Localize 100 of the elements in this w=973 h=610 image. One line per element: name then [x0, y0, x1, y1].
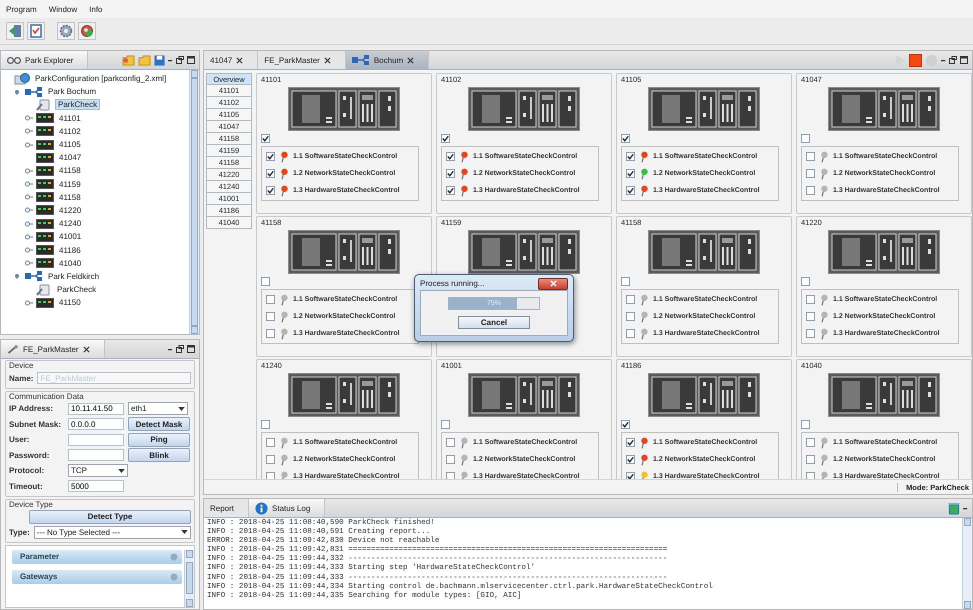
- scrollbar[interactable]: [189, 70, 199, 334]
- checkbox[interactable]: [621, 134, 630, 143]
- checkbox[interactable]: [446, 186, 455, 195]
- checkbox[interactable]: [626, 152, 635, 161]
- checkbox[interactable]: [626, 438, 635, 447]
- menu-item[interactable]: Info: [89, 4, 102, 14]
- tree-item[interactable]: 41158: [57, 192, 83, 202]
- checkbox[interactable]: [801, 277, 810, 286]
- tree-item[interactable]: ParkConfiguration [parkconfig_2.xml]: [33, 74, 168, 84]
- section-header[interactable]: Parameter: [12, 550, 182, 564]
- stop-icon[interactable]: [909, 54, 922, 66]
- tree-item[interactable]: ParkCheck: [55, 285, 98, 294]
- tree-item[interactable]: 41220: [57, 206, 84, 215]
- tree-item[interactable]: 41101: [57, 114, 83, 123]
- close-button[interactable]: [538, 278, 568, 290]
- checkbox[interactable]: [621, 277, 630, 286]
- text-field[interactable]: 10.11.41.50: [68, 402, 124, 415]
- checkbox[interactable]: [446, 472, 455, 479]
- save-icon[interactable]: [154, 54, 165, 66]
- cancel-button[interactable]: Cancel: [458, 316, 530, 329]
- folder-icon[interactable]: [122, 54, 135, 66]
- tree-item[interactable]: 41001: [57, 232, 84, 242]
- maximize-icon[interactable]: [187, 56, 195, 64]
- expander-icon[interactable]: [14, 273, 22, 280]
- tree-item[interactable]: 41047: [57, 153, 84, 162]
- checkbox[interactable]: [446, 169, 455, 178]
- settings-button[interactable]: [57, 22, 75, 40]
- tree-item[interactable]: 41159: [57, 180, 83, 189]
- expander-icon[interactable]: [25, 207, 33, 214]
- checkbox[interactable]: [446, 455, 455, 464]
- text-field[interactable]: [68, 449, 124, 462]
- expander-icon[interactable]: [25, 115, 33, 122]
- text-field[interactable]: [68, 434, 124, 446]
- expander-icon[interactable]: [25, 220, 33, 227]
- checkbox[interactable]: [626, 312, 635, 321]
- checkbox[interactable]: [261, 134, 270, 143]
- checkbox[interactable]: [806, 312, 815, 321]
- checkbox[interactable]: [801, 420, 810, 429]
- checkbox[interactable]: [806, 472, 815, 479]
- exit-button[interactable]: [6, 22, 24, 40]
- editor-tab[interactable]: Bochum: [346, 51, 430, 69]
- panel-tab[interactable]: FE_ParkMaster: [1, 340, 105, 358]
- detect-type-button[interactable]: Detect Type: [29, 510, 191, 524]
- editor-tab[interactable]: FE_ParkMaster: [258, 51, 346, 69]
- restore-icon[interactable]: [176, 345, 184, 353]
- checkbox[interactable]: [266, 152, 275, 161]
- tree-item[interactable]: 41186: [57, 246, 83, 255]
- expander-icon[interactable]: [25, 194, 33, 200]
- scrollbar[interactable]: [184, 550, 194, 607]
- tree-item[interactable]: 41240: [57, 219, 84, 228]
- text-field[interactable]: 5000: [68, 480, 124, 492]
- checkbox[interactable]: [266, 186, 275, 195]
- scrollbar[interactable]: [962, 518, 972, 609]
- checkbox[interactable]: [806, 152, 815, 161]
- type-dropdown[interactable]: --- No Type Selected ---: [34, 526, 191, 539]
- checkbox[interactable]: [621, 420, 630, 429]
- maximize-icon[interactable]: [960, 56, 968, 64]
- dropdown[interactable]: eth1: [128, 402, 188, 416]
- checkbox[interactable]: [626, 455, 635, 464]
- action-button[interactable]: Detect Mask: [128, 417, 190, 432]
- action-button[interactable]: Ping: [128, 432, 190, 447]
- checkbox[interactable]: [266, 169, 275, 178]
- expander-icon[interactable]: [25, 260, 33, 266]
- expander-icon[interactable]: [25, 142, 33, 148]
- dropdown[interactable]: TCP: [68, 464, 128, 478]
- checkbox[interactable]: [626, 472, 635, 479]
- checkbox[interactable]: [806, 329, 815, 338]
- checkbox[interactable]: [446, 438, 455, 447]
- maximize-icon[interactable]: [187, 345, 195, 353]
- checkbox[interactable]: [806, 295, 815, 304]
- editor-tab[interactable]: 41047: [204, 51, 258, 69]
- checkbox[interactable]: [266, 472, 275, 479]
- tree-item[interactable]: 41105: [57, 140, 83, 150]
- tree-item[interactable]: Park Bochum: [46, 87, 98, 96]
- expander-icon[interactable]: [25, 128, 33, 134]
- network-settings-button[interactable]: [78, 22, 96, 40]
- expander-icon[interactable]: [25, 234, 33, 240]
- action-button[interactable]: Blink: [128, 448, 190, 462]
- checkbox[interactable]: [626, 329, 635, 338]
- checkbox[interactable]: [626, 186, 635, 195]
- expander-icon[interactable]: [14, 88, 22, 95]
- folder-icon[interactable]: [138, 54, 151, 66]
- close-icon[interactable]: [82, 346, 90, 352]
- report-button[interactable]: [27, 22, 45, 40]
- tree-item[interactable]: 41102: [57, 126, 83, 136]
- checkbox[interactable]: [801, 134, 810, 143]
- expander-icon[interactable]: [25, 168, 33, 174]
- checkbox[interactable]: [261, 420, 270, 429]
- expander-icon[interactable]: [25, 247, 33, 254]
- tree-item[interactable]: Park Feldkirch: [46, 272, 102, 281]
- checkbox[interactable]: [261, 277, 270, 286]
- tree-item[interactable]: 41158: [57, 166, 83, 176]
- tree-item[interactable]: 41150: [57, 298, 83, 308]
- restore-icon[interactable]: [949, 56, 957, 64]
- close-icon[interactable]: [236, 56, 244, 64]
- checkbox[interactable]: [806, 186, 815, 195]
- checkbox[interactable]: [441, 420, 450, 429]
- text-field[interactable]: 0.0.0.0: [68, 418, 124, 430]
- menu-item[interactable]: Program: [6, 4, 37, 14]
- checkbox[interactable]: [806, 169, 815, 178]
